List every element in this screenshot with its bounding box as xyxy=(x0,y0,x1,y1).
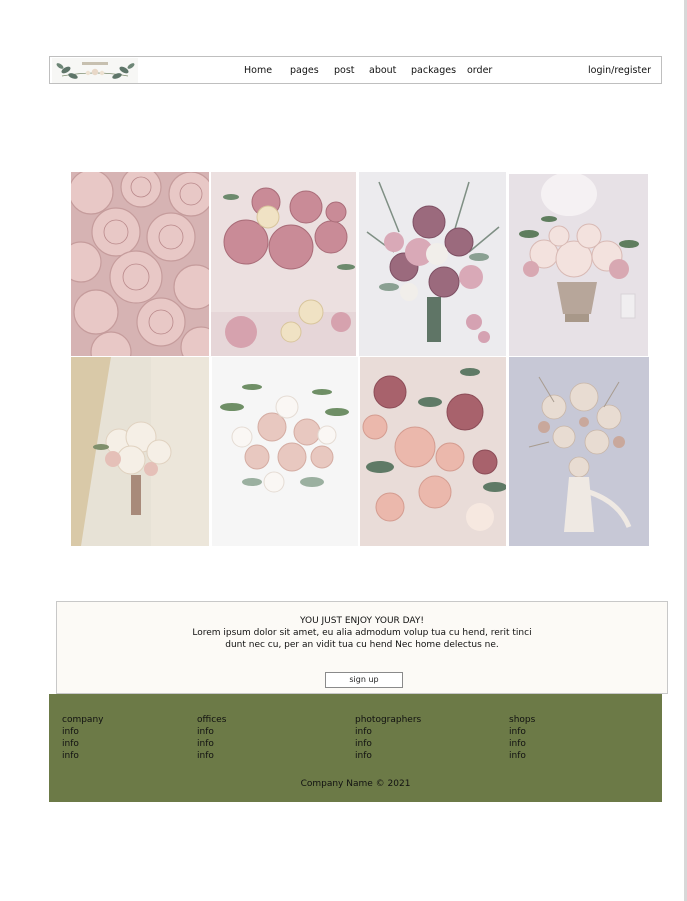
gallery-image-bride-bouquet[interactable] xyxy=(71,357,209,546)
sign-up-button[interactable]: sign up xyxy=(325,672,403,688)
logo[interactable] xyxy=(52,58,138,83)
footer-link[interactable]: info xyxy=(509,726,535,738)
nav-home[interactable]: Home xyxy=(244,65,272,77)
gallery-image-pink-roses-vase[interactable] xyxy=(211,172,356,356)
gallery-image-centerpiece[interactable] xyxy=(509,174,648,356)
gallery-image-ranunculus[interactable] xyxy=(71,172,209,356)
footer-link[interactable]: info xyxy=(197,738,226,750)
footer-link[interactable]: info xyxy=(62,750,103,762)
footer: company info info info offices info info… xyxy=(49,694,662,802)
floral-logo-icon xyxy=(56,62,135,79)
gallery-image-mauve-bouquet[interactable] xyxy=(359,172,506,356)
cta-body: Lorem ipsum dolor sit amet, eu alia admo… xyxy=(192,628,532,650)
footer-link[interactable]: info xyxy=(509,750,535,762)
footer-link[interactable]: info xyxy=(62,726,103,738)
navbar: Home pages post about packages order log… xyxy=(49,56,662,84)
footer-link[interactable]: info xyxy=(355,726,421,738)
footer-column-photographers: photographers info info info xyxy=(355,714,421,762)
footer-column-title: shops xyxy=(509,715,536,725)
gallery-image-peach-flowers[interactable] xyxy=(360,357,506,546)
gallery-image-dried-bouquet[interactable] xyxy=(509,357,649,546)
nav-order[interactable]: order xyxy=(467,65,492,77)
footer-column-company: company info info info xyxy=(62,714,103,762)
nav-pages[interactable]: pages xyxy=(290,65,319,77)
footer-link[interactable]: info xyxy=(509,738,535,750)
footer-link[interactable]: info xyxy=(197,726,226,738)
footer-link[interactable]: info xyxy=(355,750,421,762)
copyright: Company Name © 2021 xyxy=(300,779,411,789)
nav-login-register[interactable]: login/register xyxy=(588,65,651,77)
cta-section: YOU JUST ENJOY YOUR DAY! Lorem ipsum dol… xyxy=(56,601,668,694)
nav-post[interactable]: post xyxy=(334,65,355,77)
footer-column-offices: offices info info info xyxy=(197,714,226,762)
footer-link[interactable]: info xyxy=(355,738,421,750)
footer-link[interactable]: info xyxy=(62,738,103,750)
nav-about[interactable]: about xyxy=(369,65,396,77)
footer-column-shops: shops info info info xyxy=(509,714,535,762)
cta-title: YOU JUST ENJOY YOUR DAY! xyxy=(299,616,424,626)
footer-column-title: offices xyxy=(197,715,227,725)
footer-column-title: photographers xyxy=(355,715,422,725)
gallery-image-blush-bouquet[interactable] xyxy=(212,357,358,546)
footer-column-title: company xyxy=(62,715,104,725)
nav-packages[interactable]: packages xyxy=(411,65,456,77)
footer-link[interactable]: info xyxy=(197,750,226,762)
